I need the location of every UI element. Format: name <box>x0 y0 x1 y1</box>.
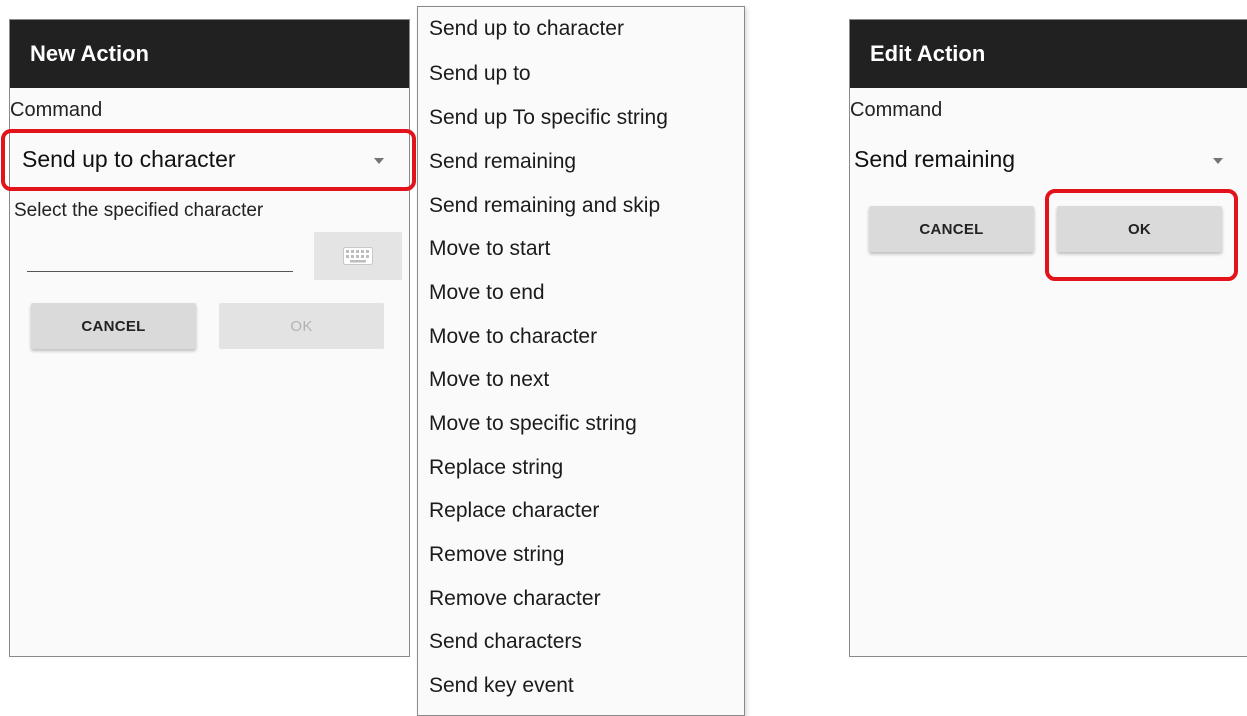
cancel-button[interactable]: CANCEL <box>31 303 196 349</box>
menu-item[interactable]: Send up To specific string <box>429 106 668 130</box>
edit-action-title: Edit Action <box>850 20 1247 88</box>
spinner-highlight <box>1 129 416 191</box>
ok-button-label: OK <box>290 317 313 335</box>
character-input[interactable] <box>27 238 293 272</box>
keyboard-icon <box>343 247 373 265</box>
keyboard-button[interactable] <box>314 232 402 280</box>
command-label: Command <box>10 99 103 121</box>
menu-item[interactable]: Move to end <box>429 281 545 305</box>
new-action-dialog: New Action Command Send up to character … <box>9 19 410 657</box>
specified-character-label: Select the specified character <box>14 200 264 221</box>
cancel-button-label: CANCEL <box>81 317 146 335</box>
cancel-button[interactable]: CANCEL <box>869 206 1034 252</box>
menu-item[interactable]: Remove string <box>429 543 564 567</box>
menu-item[interactable]: Move to next <box>429 368 549 392</box>
menu-item[interactable]: Send remaining and skip <box>429 194 660 218</box>
menu-item[interactable]: Replace string <box>429 456 563 480</box>
menu-item[interactable]: Move to start <box>429 237 550 261</box>
menu-item[interactable]: Send remaining <box>429 150 576 174</box>
command-dropdown-menu: Send up to character Send up to Send up … <box>417 6 745 716</box>
input-underline <box>27 271 293 272</box>
menu-item[interactable]: Send key event <box>429 674 574 698</box>
menu-item[interactable]: Move to character <box>429 325 597 349</box>
menu-item[interactable]: Send up to <box>429 62 531 86</box>
ok-button-highlight <box>1045 189 1238 281</box>
menu-item[interactable]: Move to specific string <box>429 412 637 436</box>
edit-action-dialog: Edit Action Command Send remaining CANCE… <box>849 19 1247 657</box>
menu-item[interactable]: Send up to character <box>429 17 624 41</box>
chevron-down-icon <box>1213 158 1223 164</box>
command-spinner-value: Send remaining <box>854 146 1016 172</box>
menu-item[interactable]: Replace character <box>429 499 599 523</box>
new-action-title: New Action <box>10 20 409 88</box>
command-label: Command <box>850 99 943 121</box>
menu-item[interactable]: Remove character <box>429 587 601 611</box>
cancel-button-label: CANCEL <box>919 220 984 238</box>
menu-item[interactable]: Send characters <box>429 630 582 654</box>
ok-button[interactable]: OK <box>219 303 384 349</box>
command-spinner[interactable]: Send remaining <box>850 132 1246 188</box>
